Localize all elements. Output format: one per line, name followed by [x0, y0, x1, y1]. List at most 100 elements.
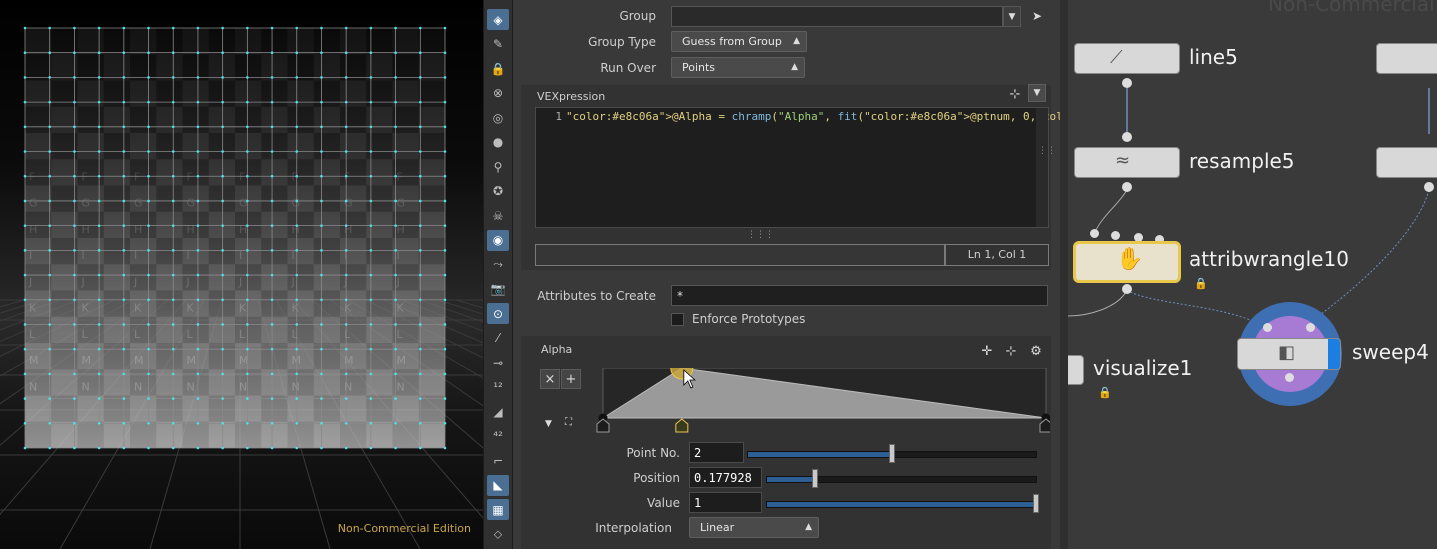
node-attribwrangle10[interactable]: ✋	[1073, 241, 1181, 283]
position-slider[interactable]	[766, 469, 1037, 488]
vex-menu-button[interactable]: ▼	[1028, 84, 1046, 102]
number-bottom-icon[interactable]: ⁴²	[487, 426, 509, 447]
pane-divider[interactable]	[1060, 0, 1068, 549]
select-arrow-icon[interactable]: ➤	[1027, 6, 1047, 26]
view-icon[interactable]: ◈	[487, 9, 509, 30]
node-resample-right[interactable]	[1376, 147, 1437, 178]
camera-icon[interactable]: ✪	[487, 181, 509, 202]
eraser-icon[interactable]: ◢	[487, 401, 509, 422]
checker-letter: K	[82, 302, 90, 315]
link-icon[interactable]: ⤳	[487, 254, 509, 275]
camera-flash-icon[interactable]: 📷	[487, 279, 509, 300]
group-field[interactable]	[671, 6, 1003, 27]
node-sweep4[interactable]: ◧	[1237, 338, 1341, 370]
display-flag[interactable]	[1328, 339, 1340, 369]
input-connector[interactable]	[1306, 323, 1315, 332]
resize-grip-icon[interactable]: ⋮⋮⋮	[747, 230, 774, 240]
ramp-key-marker[interactable]	[596, 418, 610, 433]
collapse-arrow-icon[interactable]: ▼	[545, 419, 552, 429]
point-icon[interactable]: ⊙	[487, 303, 509, 324]
ghost-icon[interactable]: ⊗	[487, 83, 509, 104]
mesh-point	[48, 199, 52, 203]
node-line5[interactable]: ⟋	[1074, 43, 1180, 74]
group-menu-button[interactable]: ▼	[1003, 6, 1021, 27]
group-type-select[interactable]: Guess from Group ▲	[671, 31, 807, 52]
lock-icon[interactable]: 🔒	[487, 58, 509, 79]
mesh-point	[443, 26, 447, 30]
output-connector[interactable]	[1424, 182, 1434, 192]
attributes-to-create-field[interactable]: *	[671, 285, 1048, 306]
vex-editor[interactable]: 1 "color:#e8c06a">@Alpha = chramp("Alpha…	[535, 107, 1255, 228]
output-connector[interactable]	[1122, 284, 1132, 294]
ramp-frame-icon[interactable]: ⛶	[565, 417, 572, 428]
ramp-key-marker[interactable]	[675, 418, 689, 433]
checker-icon[interactable]: ▦	[487, 499, 509, 520]
mesh-point	[369, 51, 373, 55]
checker-letter: J	[81, 275, 85, 288]
mesh-point	[97, 100, 101, 104]
remove-point-button[interactable]: ×	[540, 369, 560, 389]
checker-cell	[418, 54, 445, 81]
point-no-field[interactable]: 2	[689, 442, 744, 463]
output-connector[interactable]	[1122, 182, 1132, 192]
input-connector[interactable]	[1122, 132, 1132, 142]
move-ramp-icon[interactable]: ✛	[977, 341, 997, 361]
vex-scrollbar[interactable]: ⋮⋮	[1036, 108, 1056, 227]
slider-handle[interactable]	[811, 469, 818, 488]
view-arrow-icon[interactable]: ⬦	[487, 524, 509, 545]
lock-icon[interactable]: 🔒	[1098, 386, 1112, 399]
gear-icon[interactable]: ⚙	[1026, 341, 1046, 361]
node-visualize1[interactable]	[1068, 355, 1084, 385]
mesh-point	[344, 150, 348, 153]
node-line-right[interactable]	[1376, 43, 1437, 74]
curve-icon[interactable]: ⌐	[487, 450, 509, 471]
viewport[interactable]: FFFFFFFFGGGGGGGGHHHHHHHHIIIIIIIIJJJJJJJJ…	[0, 0, 483, 549]
slider-handle[interactable]	[889, 444, 895, 463]
updown-icon: ▲	[805, 522, 812, 532]
position-field[interactable]: 0.177928	[689, 467, 762, 488]
value-field[interactable]: 1	[689, 492, 762, 513]
node-resample5[interactable]: ≈	[1074, 147, 1180, 178]
run-over-select[interactable]: Points ▲	[671, 57, 805, 78]
point-no-slider[interactable]	[747, 444, 1037, 463]
ramp-key-icon[interactable]: ⊹	[1001, 341, 1021, 361]
number-icon[interactable]: ¹²	[487, 377, 509, 398]
checker-letter: N	[292, 380, 300, 393]
value-slider[interactable]	[766, 494, 1039, 513]
network-view[interactable]: Non-Commercial E ⟋ line5 ≈ resample5 ✋ a…	[1068, 0, 1437, 549]
sphere-icon[interactable]: ◎	[487, 107, 509, 128]
skull-icon[interactable]: ☠	[487, 205, 509, 226]
mesh-point	[344, 76, 348, 79]
viewport-canvas[interactable]: FFFFFFFFGGGGGGGGHHHHHHHHIIIIIIIIJJJJJJJJ…	[0, 0, 483, 549]
ramp-editor[interactable]	[591, 368, 1050, 438]
add-snippet-icon[interactable]: ⊹	[1005, 84, 1025, 104]
enforce-prototypes-checkbox[interactable]	[671, 313, 684, 326]
lock-icon[interactable]: 🔒	[1194, 277, 1208, 290]
wand-icon[interactable]: ⁄	[487, 328, 509, 349]
run-over-label: Run Over	[600, 61, 656, 75]
slider-handle[interactable]	[1033, 494, 1039, 513]
mesh-point	[97, 421, 101, 425]
output-connector[interactable]	[1285, 373, 1294, 382]
ramp-key-marker[interactable]	[1039, 418, 1050, 433]
render-icon[interactable]: ◉	[487, 229, 509, 251]
bulb-icon[interactable]: ⚲	[487, 156, 509, 177]
mesh-point	[320, 273, 323, 277]
mesh-point	[171, 397, 175, 400]
mesh-point	[171, 150, 175, 153]
pen-icon[interactable]: ◣	[487, 474, 509, 496]
input-connector[interactable]	[1111, 231, 1120, 240]
checker-letter: K	[239, 302, 247, 315]
input-connector[interactable]	[1263, 323, 1272, 332]
interpolation-select[interactable]: Linear ▲	[689, 517, 819, 538]
output-connector[interactable]	[1122, 78, 1132, 88]
input-connector[interactable]	[1090, 229, 1099, 238]
cursor-position: Ln 1, Col 1	[945, 244, 1049, 266]
add-point-button[interactable]: +	[561, 369, 581, 389]
checker-cell	[103, 211, 130, 238]
checker-cell	[51, 264, 78, 291]
pipette-icon[interactable]: ⊸	[487, 352, 509, 373]
light-icon[interactable]: ●	[487, 132, 509, 153]
mesh-point	[171, 249, 175, 252]
brush-icon[interactable]: ✎	[487, 34, 509, 55]
